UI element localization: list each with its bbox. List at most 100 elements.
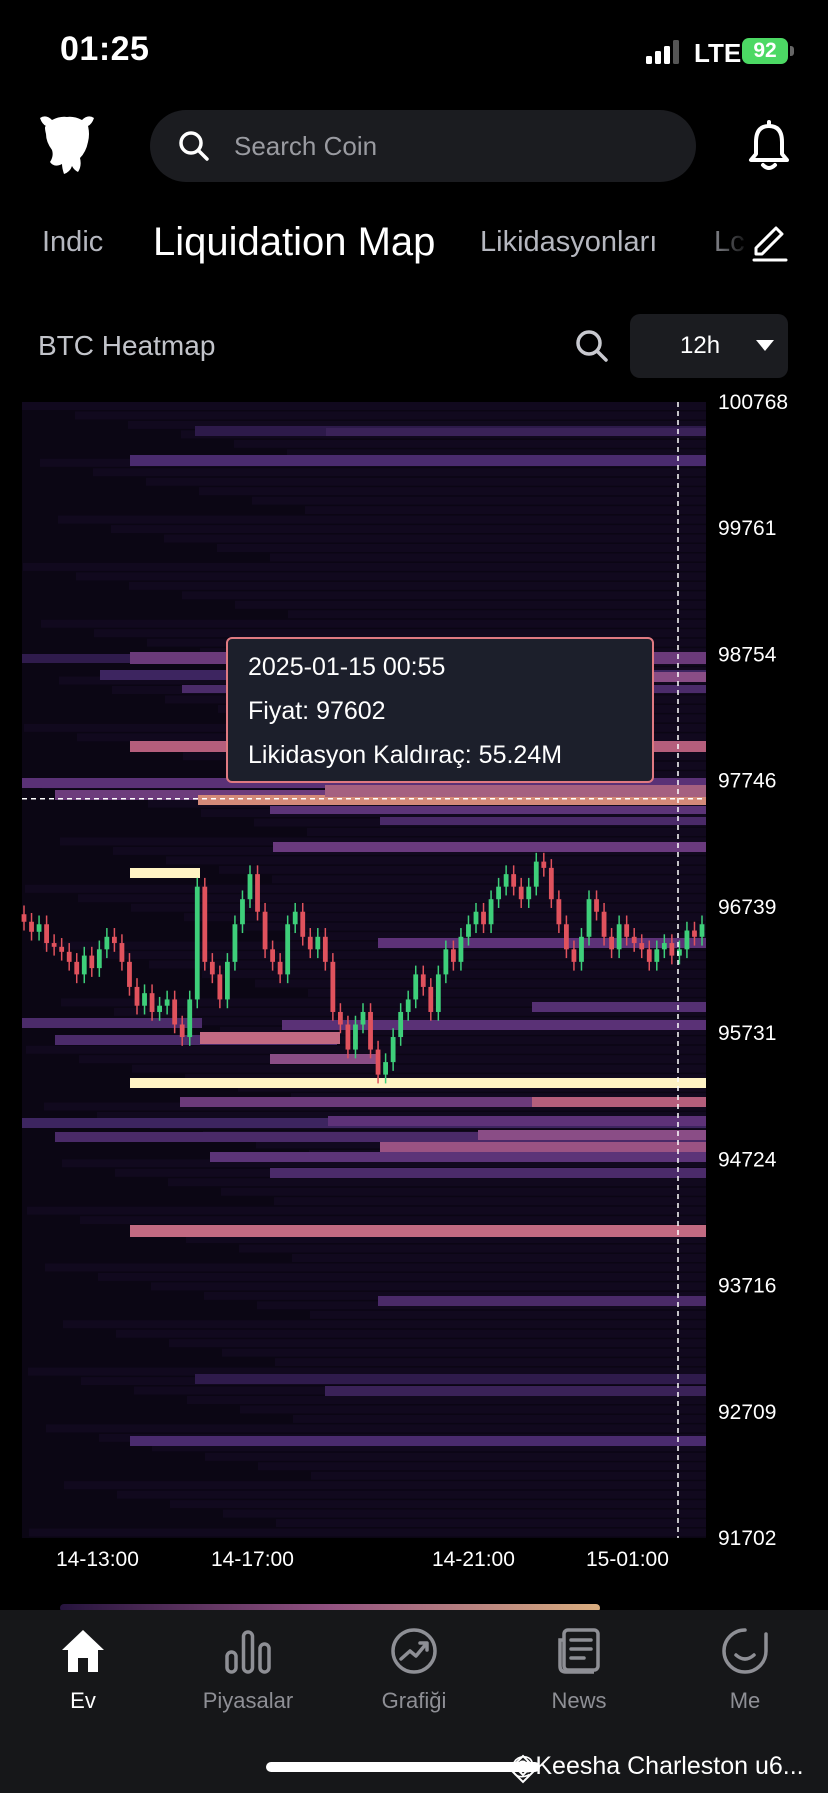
candle-body bbox=[503, 874, 509, 887]
candle-body bbox=[307, 936, 313, 950]
heatmap-cell bbox=[305, 506, 706, 515]
heatmap-cell bbox=[94, 629, 706, 638]
candle-body bbox=[164, 999, 170, 1006]
nav-grafigi[interactable]: Grafiği bbox=[331, 1610, 497, 1730]
liquidation-band bbox=[130, 1436, 706, 1446]
heatmap-cell bbox=[117, 1490, 706, 1499]
candle-body bbox=[564, 924, 569, 950]
candle-body bbox=[330, 961, 336, 1012]
candle-body bbox=[134, 986, 140, 1006]
liquidation-heatmap-chart[interactable]: 100768 99761 98754 97746 96739 95731 94724 9371… bbox=[0, 390, 828, 1590]
heatmap-cell bbox=[217, 544, 706, 552]
heatmap-cell bbox=[76, 572, 706, 581]
candle-body bbox=[435, 974, 441, 1012]
tab-likidasyonlari[interactable]: Likidasyonları bbox=[480, 226, 657, 259]
liquidation-band bbox=[270, 1054, 380, 1064]
nav-label: Ev bbox=[70, 1688, 96, 1713]
candle-body bbox=[368, 1011, 373, 1050]
edit-icon[interactable] bbox=[750, 224, 790, 264]
candle-body bbox=[300, 911, 306, 937]
candle-body bbox=[631, 936, 637, 944]
candle-body bbox=[292, 911, 298, 925]
heatmap-cell bbox=[27, 1206, 706, 1215]
tab-liquidation-map[interactable]: Liquidation Map bbox=[153, 220, 435, 265]
candle-body bbox=[669, 943, 675, 956]
candle-body bbox=[157, 1005, 162, 1012]
watermark: @Keesha Charleston u6... bbox=[510, 1752, 804, 1780]
nav-ev[interactable]: Ev bbox=[0, 1610, 166, 1730]
candle-body bbox=[81, 955, 87, 975]
interval-dropdown[interactable]: 12h bbox=[630, 314, 788, 378]
y-axis-tick-label: 93716 bbox=[718, 1275, 776, 1298]
interval-value: 12h bbox=[680, 332, 721, 359]
bell-icon[interactable] bbox=[744, 120, 794, 174]
nav-piyasalar[interactable]: Piyasalar bbox=[165, 1610, 331, 1730]
network-label: LTE bbox=[694, 38, 742, 68]
tab-indic[interactable]: Indic bbox=[42, 226, 103, 259]
nav-label: Me bbox=[729, 1688, 761, 1713]
heatmap-cell bbox=[129, 581, 706, 590]
candle-body bbox=[247, 874, 253, 900]
candle-body bbox=[142, 993, 147, 1006]
heatmap-cell bbox=[235, 600, 706, 609]
candle-body bbox=[209, 961, 215, 975]
heatmap-cell bbox=[146, 477, 706, 486]
liquidation-band bbox=[130, 1225, 706, 1237]
status-bar: 01:25 LTE 92 bbox=[0, 0, 828, 100]
search-input[interactable]: Search Coin bbox=[150, 110, 696, 182]
candle-body bbox=[232, 924, 238, 962]
trend-icon bbox=[391, 1628, 437, 1674]
heatmap-cell bbox=[64, 1481, 706, 1490]
candle-body bbox=[104, 936, 110, 950]
heatmap-cell bbox=[311, 1471, 706, 1480]
nav-me[interactable]: Me bbox=[662, 1610, 828, 1730]
liquidation-band bbox=[325, 785, 706, 797]
candle-body bbox=[375, 1049, 381, 1075]
tooltip-leverage: Likidasyon Kaldıraç: 55.24M bbox=[248, 741, 563, 769]
candle-body bbox=[277, 961, 283, 975]
candle-body bbox=[420, 974, 426, 987]
heatmap-cell bbox=[41, 619, 706, 628]
liquidation-band bbox=[270, 1168, 706, 1178]
candle-body bbox=[360, 1011, 366, 1025]
heatmap-cell bbox=[276, 1519, 706, 1528]
tooltip-price: Fiyat: 97602 bbox=[248, 697, 386, 725]
heatmap-cell bbox=[45, 1263, 706, 1272]
liquidation-band bbox=[130, 1078, 706, 1088]
heatmap-cell bbox=[219, 865, 706, 874]
nav-news[interactable]: News bbox=[496, 1610, 662, 1730]
heatmap-cell bbox=[255, 979, 706, 988]
heatmap-cell bbox=[29, 1528, 706, 1537]
heatmap-cell bbox=[75, 411, 706, 420]
candle-body bbox=[285, 924, 291, 975]
smile-icon bbox=[722, 1628, 768, 1674]
bull-logo-icon[interactable] bbox=[36, 112, 98, 178]
home-indicator bbox=[266, 1762, 540, 1772]
candle-body bbox=[661, 943, 667, 950]
y-axis-tick-label: 94724 bbox=[718, 1148, 777, 1171]
candle-body bbox=[74, 961, 80, 975]
y-axis-tick-label: 97746 bbox=[718, 770, 776, 793]
heatmap-cell bbox=[274, 1197, 706, 1206]
heatmap-title: BTC Heatmap bbox=[38, 330, 216, 361]
candle-body bbox=[533, 861, 539, 887]
heatmap-cell bbox=[237, 922, 706, 931]
heatmap-cell bbox=[239, 1244, 706, 1253]
search-placeholder: Search Coin bbox=[234, 131, 378, 161]
candle-body bbox=[699, 924, 705, 937]
candle-body bbox=[44, 924, 49, 944]
candle-body bbox=[255, 874, 260, 912]
news-icon bbox=[558, 1628, 600, 1674]
candle-body bbox=[451, 949, 456, 962]
candle-body bbox=[488, 899, 494, 925]
candle-body bbox=[496, 886, 501, 900]
liquidation-band bbox=[210, 1152, 706, 1162]
heatmap-cell bbox=[292, 1254, 706, 1262]
candle-body bbox=[684, 930, 690, 950]
candle-body bbox=[36, 924, 42, 932]
liquidation-band bbox=[380, 1142, 706, 1152]
candle-body bbox=[398, 1011, 404, 1038]
y-axis-tick-label: 96739 bbox=[718, 896, 776, 919]
zoom-search-icon[interactable] bbox=[574, 328, 610, 364]
candle-body bbox=[179, 1024, 185, 1038]
